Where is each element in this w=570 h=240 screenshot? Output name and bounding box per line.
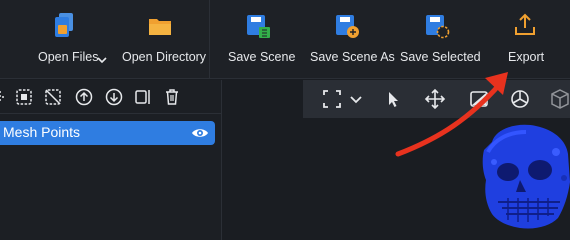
deselect-icon[interactable] [43,87,63,107]
open-directory-button[interactable]: Open Directory [118,0,206,79]
chevron-down-icon[interactable] [345,88,367,110]
select-all-icon[interactable] [0,87,10,107]
eye-icon[interactable] [191,124,209,142]
save-selected-icon [426,15,450,39]
export-button[interactable]: Export [500,0,550,79]
save-scene-as-label: Save Scene As [310,50,395,64]
save-scene-button[interactable]: Save Scene [222,0,296,79]
chevron-down-icon[interactable] [96,54,108,66]
save-scene-icon [247,15,270,38]
pointer-icon[interactable] [382,88,404,110]
surface-icon[interactable] [468,88,490,110]
save-selected-label: Save Selected [400,50,481,64]
export-label: Export [508,50,545,64]
scene-item-label: Mesh Points [3,124,81,140]
scene-item-mesh-points[interactable]: Mesh Points [0,121,215,145]
select-box-icon[interactable] [14,87,34,107]
delete-icon[interactable] [162,87,182,107]
move-down-icon[interactable] [104,87,124,107]
open-files-button[interactable]: Open Files [30,0,100,79]
folder-icon [149,19,171,35]
scene-panel: Mesh Points [0,80,222,240]
toolbar-divider [209,0,210,79]
save-scene-as-button[interactable]: Save Scene As [306,0,395,79]
viewport-toolbar [303,80,570,118]
move-up-icon[interactable] [74,87,94,107]
main-toolbar: Open Files Open Directory Save Scene Sav… [0,0,570,79]
split-icon[interactable] [133,87,153,107]
save-scene-as-icon [336,15,359,38]
save-scene-label: Save Scene [228,50,296,64]
mesh-point-cloud[interactable] [474,122,570,230]
open-directory-label: Open Directory [122,50,207,64]
scene-panel-toolbar [0,80,222,114]
save-selected-button[interactable]: Save Selected [396,0,481,79]
files-icon [55,13,73,37]
cube-icon[interactable] [549,88,570,110]
open-files-label: Open Files [38,50,99,64]
fit-view-icon[interactable] [321,88,343,110]
export-icon [515,13,535,35]
sphere-icon[interactable] [509,88,531,110]
move-icon[interactable] [424,88,446,110]
